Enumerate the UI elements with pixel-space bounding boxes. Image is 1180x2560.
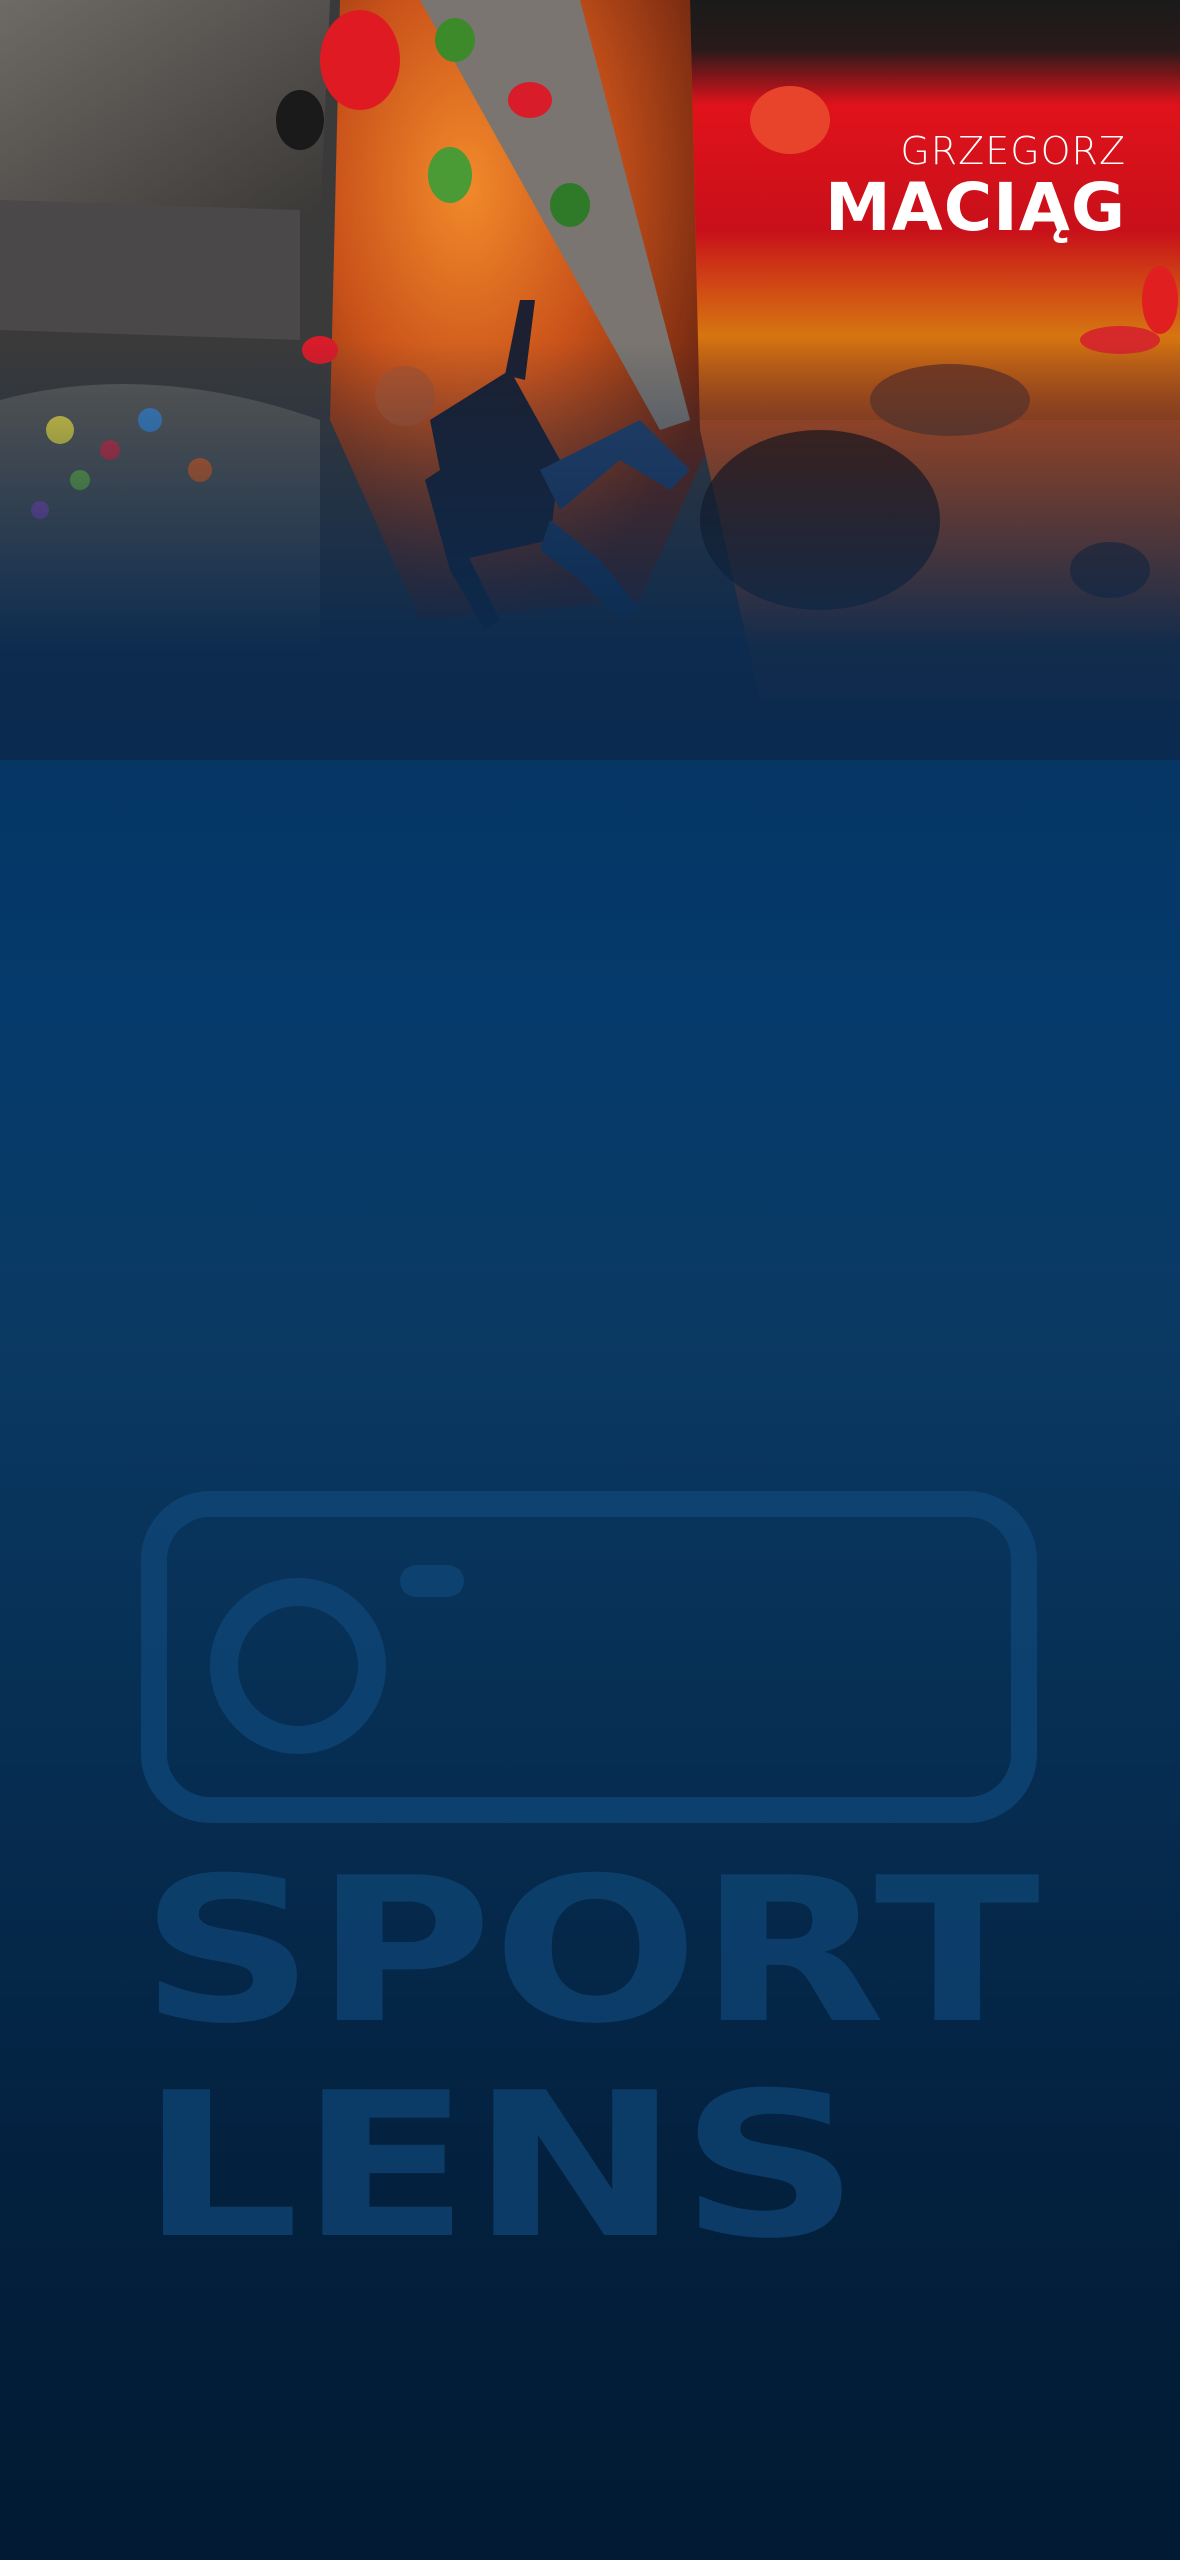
watermark-word-lens: LENS xyxy=(140,2050,860,2250)
hero-photo xyxy=(0,0,1180,760)
athlete-last-name: MACIĄG xyxy=(824,169,1126,246)
sport-lens-watermark: SPORT LENS xyxy=(140,1490,1040,2283)
watermark-word-sport: SPORT xyxy=(140,1835,1040,2068)
athlete-first-name: GRZEGORZ xyxy=(900,129,1126,173)
climbing-wall-illustration xyxy=(0,0,1180,760)
camera-icon: SPORT LENS xyxy=(140,1491,1040,2283)
athlete-name: GRZEGORZ MACIĄG xyxy=(825,130,1126,244)
